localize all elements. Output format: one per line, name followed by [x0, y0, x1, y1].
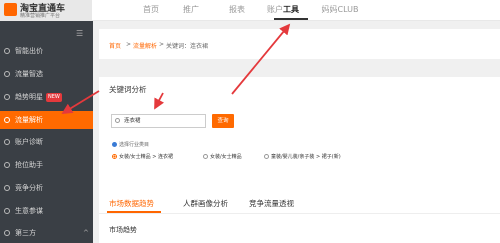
radio-icon	[264, 154, 269, 159]
radio-icon	[203, 154, 208, 159]
app-subtitle: 精准营销推广平台	[20, 13, 61, 19]
option-label: 女装/女士精品 > 连衣裙	[119, 154, 174, 160]
nav-mama-club[interactable]: 妈妈CLUB	[312, 0, 368, 20]
sidebar-item-label: 抢位助手	[15, 161, 43, 169]
sidebar-item-competition[interactable]: 竞争分析	[0, 181, 93, 196]
new-badge: NEW	[46, 93, 62, 102]
sidebar-item-account-diagnosis[interactable]: 账户诊断	[0, 135, 93, 150]
sidebar-item-label: 账户诊断	[15, 138, 43, 146]
keyword-analysis-panel: 关键词分析 连衣裙 查询 选择行业类目 女装/女士精品 > 连衣裙 女装/女士精…	[99, 77, 500, 194]
diagnosis-icon	[4, 139, 10, 145]
breadcrumb-separator: >	[159, 41, 165, 48]
breadcrumb-home[interactable]: 首页	[109, 41, 121, 50]
nav-tools[interactable]: 工具	[274, 0, 308, 20]
sidebar-item-label: 流量智选	[15, 70, 43, 78]
menu-icon[interactable]: ☰	[76, 29, 83, 38]
logo[interactable]: 淘宝直通车 精准营销推广平台	[0, 0, 92, 20]
trend-icon	[4, 94, 10, 100]
nav-reports[interactable]: 报表	[222, 0, 252, 20]
sidebar: ☰ 智能出价 流量智选 趋势明星 NEW 流量解析 账户诊断 抢位助手 竞争分析…	[0, 21, 93, 243]
category-option[interactable]: 女装/女士精品	[203, 153, 242, 160]
sidebar-item-label: 生意参谋	[15, 207, 43, 215]
keyword-search-input[interactable]: 连衣裙	[111, 114, 206, 128]
hint-text: 选择行业类目	[119, 142, 150, 148]
competition-icon	[4, 185, 10, 191]
breadcrumb-current: 关键词：连衣裙	[166, 43, 209, 50]
tab-audience-profile[interactable]: 人群画像分析	[183, 198, 228, 209]
search-button[interactable]: 查询	[212, 114, 234, 128]
nav-home[interactable]: 首页	[136, 0, 166, 20]
category-hint: 选择行业类目	[112, 141, 149, 148]
keyword-input-value: 连衣裙	[124, 118, 141, 124]
divider	[99, 213, 500, 214]
sidebar-item-label: 第三方	[15, 229, 36, 237]
category-option[interactable]: 女装/女士精品 > 连衣裙	[112, 153, 173, 160]
category-option[interactable]: 童装/婴儿装/亲子装 > 裙子(新)	[264, 153, 341, 160]
panel-title: 关键词分析	[109, 85, 147, 94]
option-label: 童装/婴儿装/亲子装 > 裙子(新)	[271, 154, 341, 160]
nav-promote[interactable]: 推广	[176, 0, 206, 20]
third-party-icon	[4, 230, 10, 236]
sidebar-item-trend-star[interactable]: 趋势明星 NEW	[0, 90, 93, 105]
chevron-up-icon: ^	[83, 229, 89, 237]
breadcrumb-separator: >	[126, 41, 132, 48]
top-navigation-bar: 淘宝直通车 精准营销推广平台 首页 推广 报表 账户 工具 妈妈CLUB	[0, 0, 500, 21]
sidebar-item-smart-bid[interactable]: 智能出价	[0, 44, 93, 59]
sidebar-item-third-party[interactable]: 第三方 ^	[0, 226, 93, 241]
traffic-icon	[4, 71, 10, 77]
option-label: 女装/女士精品	[210, 154, 242, 160]
logo-icon	[4, 3, 17, 16]
position-icon	[4, 162, 10, 168]
sidebar-item-traffic-select[interactable]: 流量智选	[0, 67, 93, 82]
info-icon	[112, 142, 117, 147]
sidebar-item-label: 智能出价	[15, 47, 43, 55]
search-icon	[115, 118, 120, 123]
sidebar-item-label: 流量解析	[15, 116, 43, 124]
tab-market-trend[interactable]: 市场数据趋势	[109, 198, 154, 209]
breadcrumb-section[interactable]: 流量解析	[133, 41, 157, 50]
section-title: 市场趋势	[109, 226, 137, 234]
tab-competition-traffic[interactable]: 竞争流量透视	[249, 198, 294, 209]
analysis-tabs-panel: 市场数据趋势 人群画像分析 竞争流量透视 市场趋势	[99, 192, 500, 243]
sidebar-item-business-advisor[interactable]: 生意参谋	[0, 204, 93, 219]
analysis-icon	[4, 117, 10, 123]
sidebar-item-label: 趋势明星	[15, 93, 43, 101]
sidebar-item-position-helper[interactable]: 抢位助手	[0, 158, 93, 173]
sidebar-item-label: 竞争分析	[15, 184, 43, 192]
advisor-icon	[4, 208, 10, 214]
main-content: 首页 > 流量解析 > 关键词：连衣裙 关键词分析 连衣裙 查询 选择行业类目 …	[93, 21, 500, 243]
radio-selected-icon	[112, 154, 117, 159]
sidebar-item-traffic-analysis[interactable]: 流量解析	[0, 111, 93, 129]
smart-bid-icon	[4, 48, 10, 54]
breadcrumb: 首页 > 流量解析 > 关键词：连衣裙	[99, 29, 500, 59]
